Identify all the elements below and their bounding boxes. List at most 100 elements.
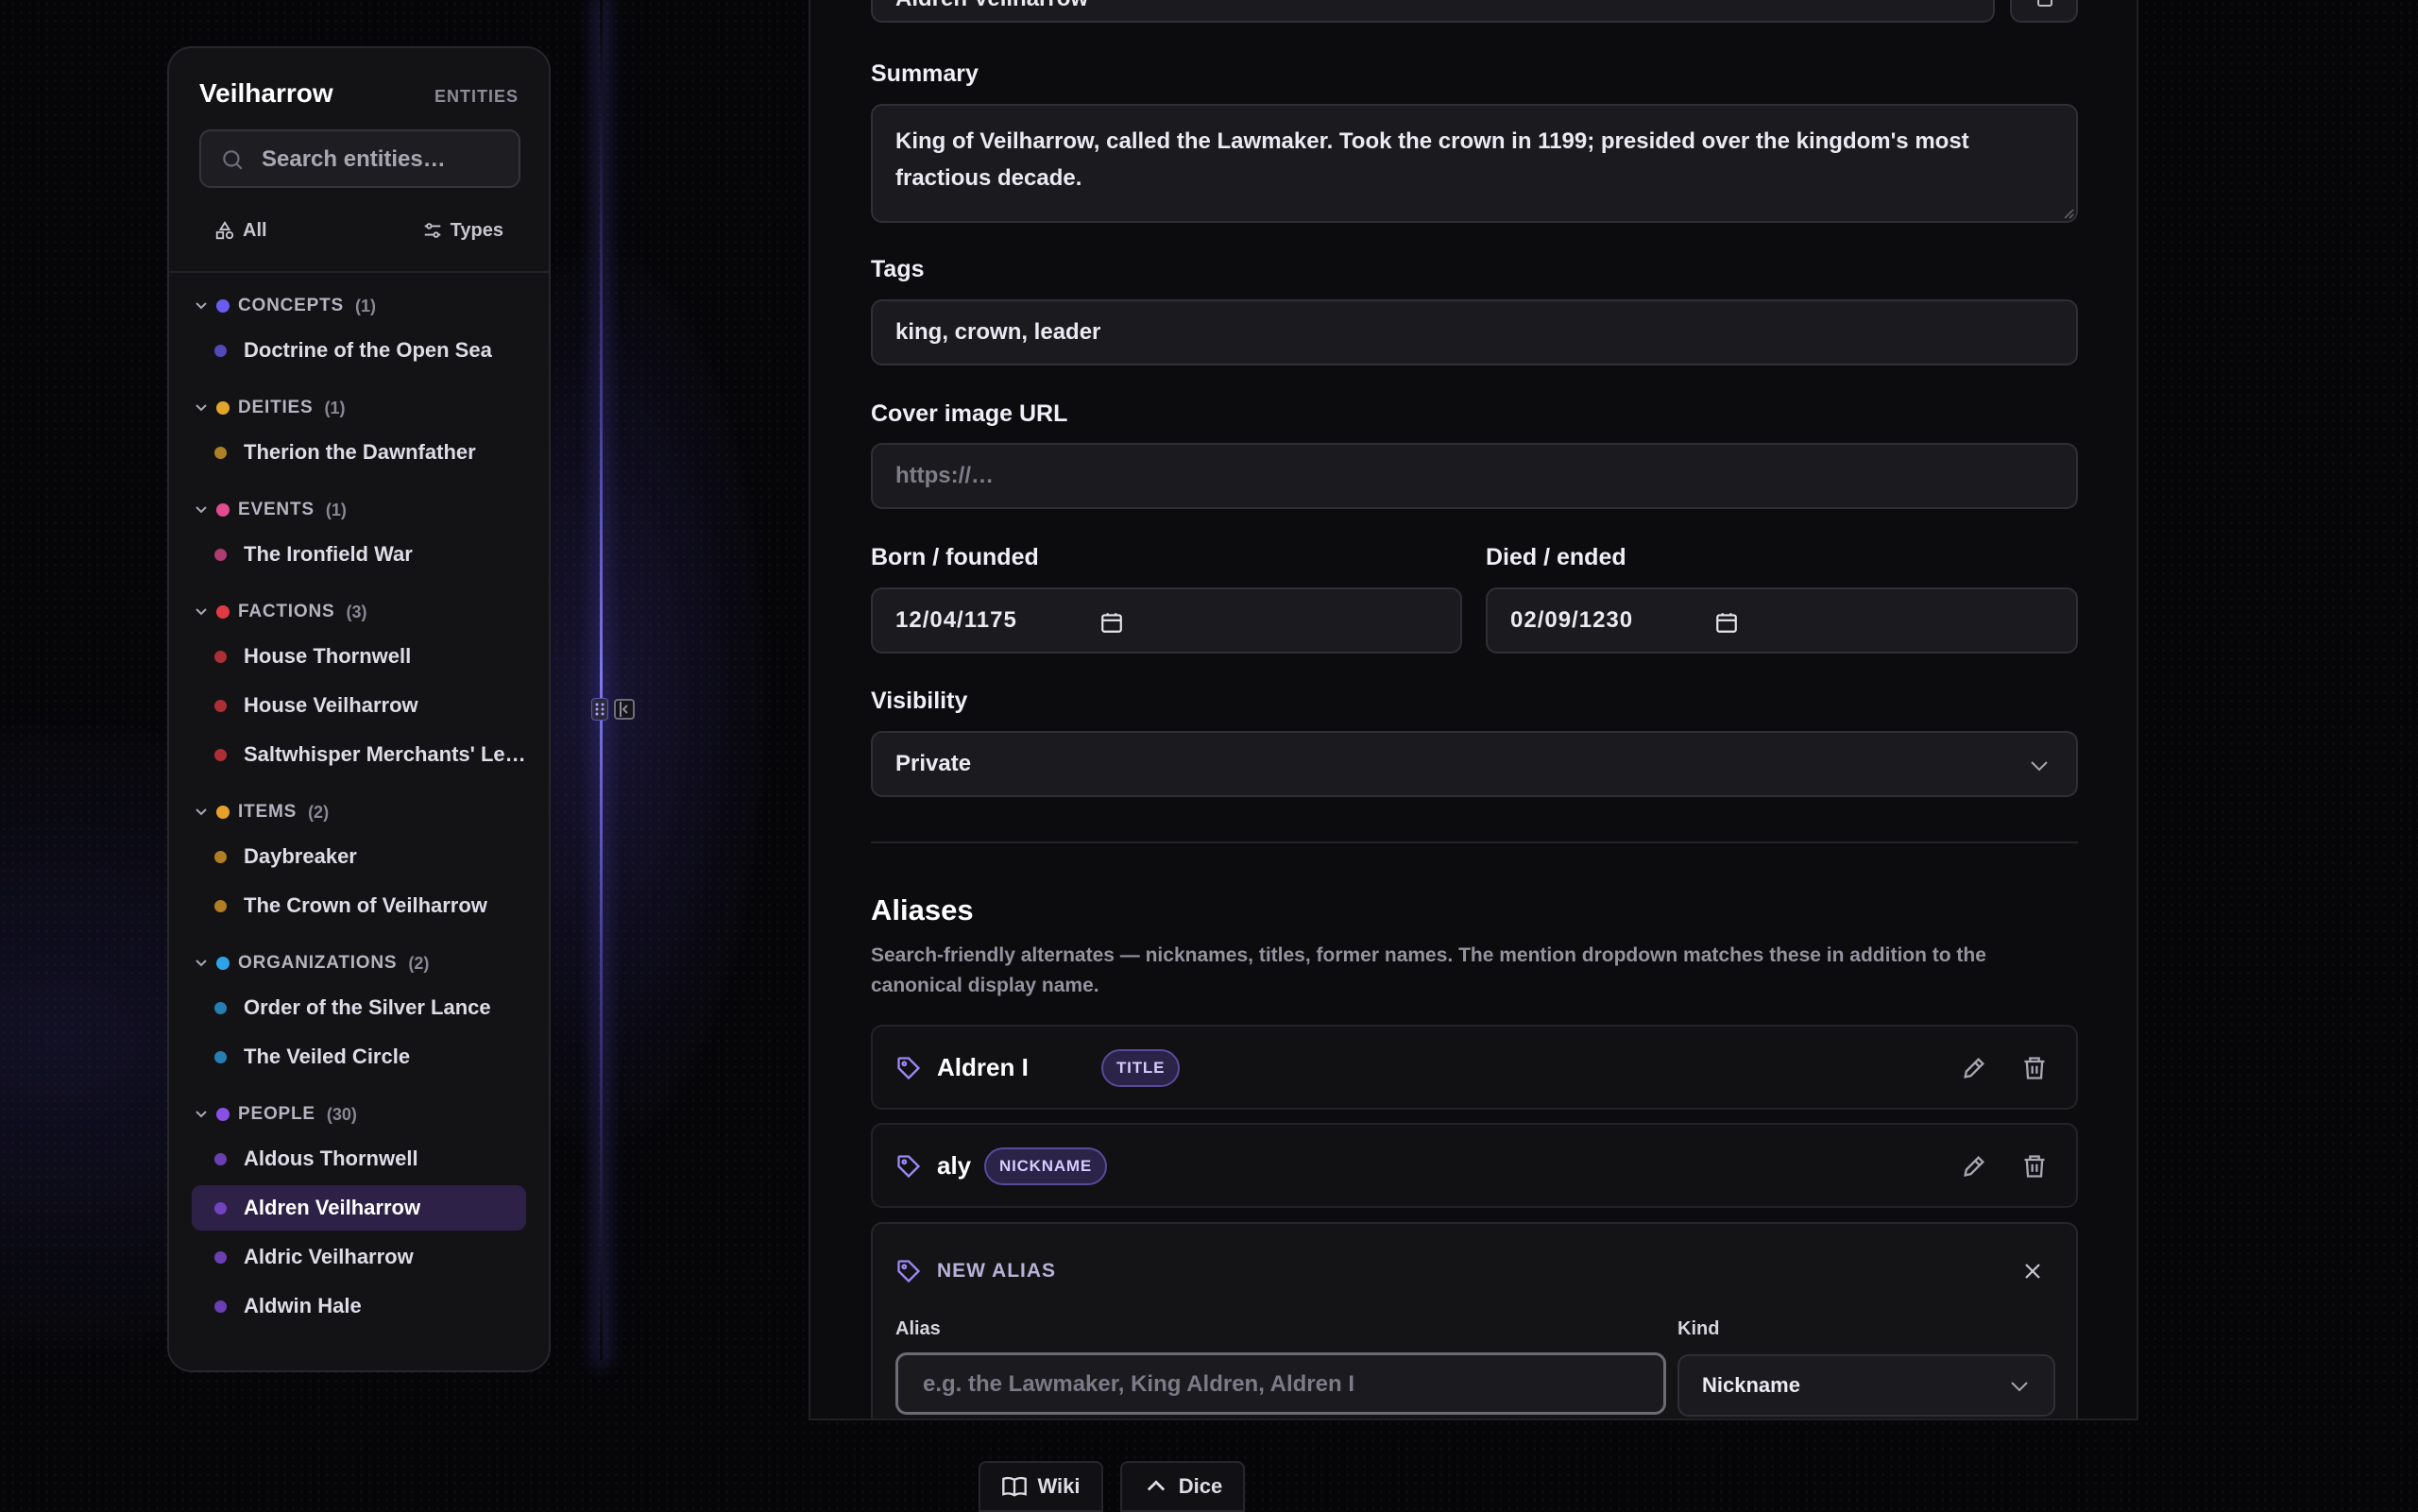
aliases-description: Search-friendly alternates — nicknames, … (871, 944, 1986, 996)
entity-label: Aldren Veilharrow (244, 1196, 421, 1219)
tag-icon (897, 1057, 921, 1080)
chevron-up-icon (1147, 1480, 1165, 1491)
cover-image-field[interactable] (871, 443, 2078, 509)
filter-all-button[interactable]: All (214, 216, 267, 245)
visibility-select[interactable]: Private (871, 731, 2078, 797)
sidebar-entity-item[interactable]: House Veilharrow (192, 683, 526, 728)
trash-icon[interactable] (2021, 1055, 2048, 1081)
new-alias-heading: NEW ALIAS (937, 1260, 1057, 1282)
entity-color-dot (214, 1050, 227, 1063)
drag-handle[interactable] (591, 698, 608, 721)
chevron-down-icon (196, 404, 207, 412)
alias-row: Aldren I TITLE (871, 1025, 2078, 1110)
tags-field[interactable] (871, 299, 2078, 365)
edit-icon[interactable] (1961, 1055, 1987, 1081)
sidebar-entity-item[interactable]: Aldwin Hale (192, 1283, 526, 1329)
tags-input[interactable] (895, 301, 2053, 364)
dice-button[interactable]: Dice (1120, 1461, 1245, 1512)
entity-color-dot (214, 344, 227, 357)
alias-input-field[interactable] (895, 1352, 1666, 1415)
group-header-concepts[interactable]: CONCEPTS (1) (169, 292, 549, 320)
collapse-sidebar-button[interactable] (614, 699, 635, 720)
group-count: (1) (324, 398, 346, 417)
trash-icon[interactable] (2021, 1153, 2048, 1180)
kind-select[interactable]: Nickname (1677, 1354, 2055, 1417)
group-header-factions[interactable]: FACTIONS (3) (169, 598, 549, 626)
entity-label: The Crown of Veilharrow (244, 893, 487, 917)
tags-label: Tags (871, 256, 925, 282)
edit-icon[interactable] (1961, 1153, 1987, 1180)
group-count: (2) (408, 953, 430, 973)
resize-grip-icon[interactable] (2061, 206, 2074, 219)
born-label: Born / founded (871, 544, 1039, 570)
section-divider (871, 841, 2078, 843)
sidebar-entity-item[interactable]: The Veiled Circle (192, 1034, 526, 1079)
group-count: (1) (325, 500, 347, 519)
name-action-button[interactable] (2010, 0, 2078, 23)
sidebar-entity-item[interactable]: Aldren Veilharrow (192, 1185, 526, 1231)
group-color-dot (216, 503, 230, 517)
alias-name: aly (937, 1151, 972, 1180)
sidebar-resize-rail[interactable] (600, 0, 603, 1360)
aliases-heading: Aliases (871, 893, 974, 926)
chevron-down-icon (196, 960, 207, 967)
sidebar-entity-item[interactable]: Order of the Silver Lance (192, 985, 526, 1030)
tag-icon (897, 1155, 921, 1179)
book-open-icon (1002, 1476, 1028, 1497)
search-input[interactable] (260, 131, 509, 188)
sidebar-entity-item[interactable]: House Thornwell (192, 634, 526, 679)
entity-label: The Veiled Circle (244, 1045, 411, 1068)
group-color-dot (216, 299, 230, 313)
sidebar-entity-item[interactable]: Saltwhisper Merchants' Lea... (192, 732, 526, 777)
entity-search[interactable] (199, 129, 520, 188)
sidebar-header: Veilharrow ENTITIES (199, 78, 519, 116)
sidebar-entity-item[interactable]: Aldous Thornwell (192, 1136, 526, 1181)
cover-image-input[interactable] (895, 445, 2053, 507)
new-alias-form: NEW ALIAS Alias Kind Nickname (871, 1222, 2078, 1419)
chevron-down-icon (196, 506, 207, 514)
calendar-icon[interactable] (1099, 610, 1124, 635)
entities-label: ENTITIES (434, 87, 519, 106)
entity-label: Therion the Dawnfather (244, 440, 476, 464)
chevron-down-icon (196, 608, 207, 616)
group-header-organizations[interactable]: ORGANIZATIONS (2) (169, 949, 549, 977)
sidebar-entity-item[interactable]: The Crown of Veilharrow (192, 883, 526, 928)
sidebar-entity-item[interactable]: Therion the Dawnfather (192, 430, 526, 475)
entity-color-dot (214, 850, 227, 863)
sidebar-entity-item[interactable]: Daybreaker (192, 834, 526, 879)
wiki-label: Wiki (1037, 1474, 1081, 1498)
group-header-people[interactable]: PEOPLE (30) (169, 1100, 549, 1129)
entity-label: Aldous Thornwell (244, 1147, 418, 1170)
alias-kind-badge: TITLE (1101, 1049, 1181, 1087)
died-date-field[interactable]: 02/09/1230 (1486, 587, 2078, 654)
group-header-events[interactable]: EVENTS (1) (169, 496, 549, 524)
chevron-down-icon (2031, 761, 2048, 772)
close-icon[interactable] (2023, 1262, 2042, 1281)
sidebar-entity-item[interactable]: The Ironfield War (192, 532, 526, 577)
filter-all-label: All (243, 219, 267, 241)
entity-editor: Summary King of Veilharrow, called the L… (809, 0, 2138, 1420)
filter-types-button[interactable]: Types (422, 216, 503, 245)
summary-field[interactable]: King of Veilharrow, called the Lawmaker.… (871, 104, 2078, 223)
summary-textarea[interactable]: King of Veilharrow, called the Lawmaker.… (873, 106, 2076, 221)
wiki-button[interactable]: Wiki (979, 1461, 1103, 1512)
chevron-down-icon (2011, 1382, 2028, 1392)
display-name-input[interactable] (895, 0, 1970, 21)
group-label: ORGANIZATIONS (238, 953, 398, 973)
entity-color-dot (214, 699, 227, 712)
group-count: (2) (308, 802, 330, 822)
born-date-field[interactable]: 12/04/1175 (871, 587, 1462, 654)
cover-image-label: Cover image URL (871, 400, 1068, 427)
group-header-items[interactable]: ITEMS (2) (169, 798, 549, 826)
group-label: DEITIES (238, 398, 314, 417)
world-title: Veilharrow (199, 78, 333, 108)
chevron-down-icon (196, 1111, 207, 1118)
entity-label: House Veilharrow (244, 693, 418, 717)
display-name-field[interactable] (871, 0, 1995, 23)
entity-label: Order of the Silver Lance (244, 995, 491, 1019)
sidebar-entity-item[interactable]: Aldric Veilharrow (192, 1234, 526, 1280)
sidebar-entity-item[interactable]: Doctrine of the Open Sea (192, 328, 526, 373)
alias-input[interactable] (921, 1355, 1644, 1414)
calendar-icon[interactable] (1714, 610, 1739, 635)
group-header-deities[interactable]: DEITIES (1) (169, 394, 549, 422)
